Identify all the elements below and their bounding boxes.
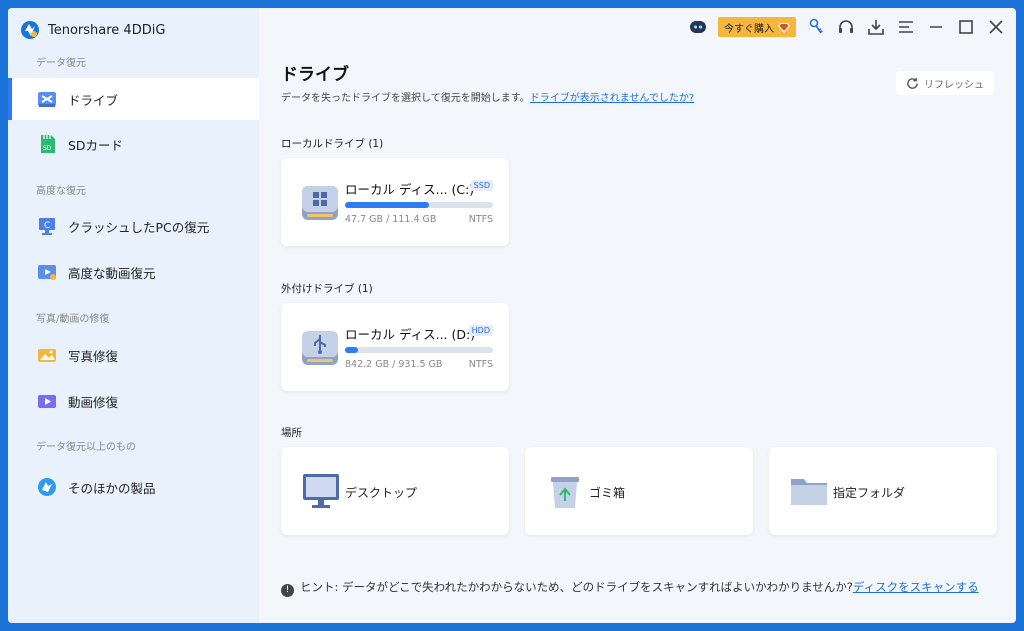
sidebar-item-sd-card[interactable]: SD SDカード bbox=[8, 123, 259, 165]
location-recycle-bin[interactable]: ゴミ箱 bbox=[525, 447, 753, 535]
sidebar-item-other-products[interactable]: そのほかの製品 bbox=[8, 466, 259, 508]
windows-drive-icon bbox=[302, 186, 338, 220]
support-headset-icon[interactable] bbox=[836, 17, 856, 37]
refresh-icon bbox=[907, 77, 918, 89]
buy-now-label: 今すぐ購入 bbox=[724, 23, 774, 35]
sd-card-icon: SD bbox=[41, 135, 55, 153]
drive-filesystem: NTFS bbox=[468, 214, 493, 225]
drive-card-c[interactable]: ローカル ディス... (C:) SSD 47.7 GB / 111.4 GB … bbox=[281, 158, 509, 246]
drive-not-shown-link[interactable]: ドライブが表示されませんでしたか? bbox=[530, 93, 695, 104]
drive-name: ローカル ディス... (D:) bbox=[345, 327, 476, 342]
sidebar-item-video-repair[interactable]: 動画修復 bbox=[8, 380, 259, 422]
sidebar-item-label: クラッシュしたPCの復元 bbox=[68, 219, 210, 235]
app-title-text: Tenorshare 4DDiG bbox=[48, 22, 166, 38]
info-icon: ! bbox=[281, 584, 294, 597]
drive-usage-text: 842.2 GB / 931.5 GB bbox=[345, 359, 443, 370]
drive-usage-bar bbox=[345, 347, 493, 353]
other-products-icon bbox=[38, 478, 56, 496]
sidebar-item-label: そのほかの製品 bbox=[68, 480, 156, 496]
location-desktop[interactable]: デスクトップ bbox=[281, 447, 509, 535]
sidebar-section-label: データ復元以上のもの bbox=[36, 442, 136, 453]
locations-header: 場所 bbox=[281, 427, 302, 439]
drive-card-d[interactable]: ローカル ディス... (D:) HDD 842.2 GB / 931.5 GB… bbox=[281, 303, 509, 391]
sidebar: Tenorshare 4DDiG データ復元 ドライブ SD SDカード 高度な… bbox=[8, 8, 259, 623]
close-icon[interactable] bbox=[986, 17, 1006, 37]
hint-bar: ! ヒント: データがどこで失われたかわからないため、どのドライブをスキャンすれば… bbox=[281, 579, 1001, 597]
page-description: データを失ったドライブを選択して復元を開始します。ドライブが表示されませんでした… bbox=[281, 89, 694, 104]
external-drives-header: 外付けドライブ (1) bbox=[281, 283, 373, 295]
buy-now-button[interactable]: 今すぐ購入 bbox=[718, 17, 796, 37]
svg-text:C: C bbox=[44, 221, 50, 231]
local-drives-header: ローカルドライブ (1) bbox=[281, 138, 384, 150]
location-label: ゴミ箱 bbox=[589, 486, 626, 500]
key-icon[interactable] bbox=[806, 17, 826, 37]
sidebar-item-label: 高度な動画復元 bbox=[68, 265, 156, 281]
hint-text: データがどこで失われたかわからないため、どのドライブをスキャンすればよいかわかり… bbox=[342, 580, 853, 594]
diamond-icon bbox=[778, 22, 790, 33]
drive-icon bbox=[38, 92, 56, 107]
desktop-icon bbox=[303, 474, 339, 508]
sidebar-item-photo-repair[interactable]: 写真修復 bbox=[8, 334, 259, 376]
assistant-robot-icon[interactable] bbox=[688, 17, 708, 37]
folder-icon bbox=[791, 479, 827, 505]
video-repair-icon bbox=[38, 395, 56, 408]
app-window: Tenorshare 4DDiG データ復元 ドライブ SD SDカード 高度な… bbox=[8, 8, 1016, 623]
minimize-icon[interactable] bbox=[926, 17, 946, 37]
main-panel: 今すぐ購入 ドライブ データを失ったドライブを選択して復元を開始します。ドライブ… bbox=[259, 8, 1016, 623]
drive-type-badge: SSD bbox=[470, 180, 493, 191]
scan-disk-link[interactable]: ディスクをスキャンする bbox=[853, 580, 979, 594]
sidebar-item-label: SDカード bbox=[68, 137, 124, 153]
usb-drive-icon bbox=[302, 331, 338, 365]
location-label: 指定フォルダ bbox=[833, 486, 906, 500]
drive-name: ローカル ディス... (C:) bbox=[345, 182, 475, 197]
page-title: ドライブ bbox=[281, 65, 349, 85]
photo-repair-icon bbox=[38, 349, 56, 362]
video-recovery-icon bbox=[38, 265, 56, 280]
hint-prefix: ヒント: bbox=[300, 580, 339, 594]
refresh-label: リフレッシュ bbox=[924, 79, 984, 91]
app-title: Tenorshare 4DDiG bbox=[20, 20, 165, 40]
drive-usage-bar bbox=[345, 202, 493, 208]
sidebar-item-crashed-pc[interactable]: C クラッシュしたPCの復元 bbox=[8, 205, 259, 247]
recycle-bin-icon bbox=[551, 477, 579, 508]
sidebar-item-drive[interactable]: ドライブ bbox=[8, 78, 259, 120]
sidebar-section-label: 写真/動画の修復 bbox=[36, 314, 110, 325]
crashed-pc-icon: C bbox=[39, 218, 55, 235]
svg-text:SD: SD bbox=[43, 145, 52, 152]
maximize-icon[interactable] bbox=[956, 17, 976, 37]
sidebar-item-advanced-video[interactable]: 高度な動画復元 bbox=[8, 251, 259, 293]
location-folder[interactable]: 指定フォルダ bbox=[769, 447, 997, 535]
drive-filesystem: NTFS bbox=[468, 359, 493, 370]
sidebar-section-label: 高度な復元 bbox=[36, 186, 86, 197]
download-icon[interactable] bbox=[866, 17, 886, 37]
drive-usage-text: 47.7 GB / 111.4 GB bbox=[345, 214, 437, 225]
refresh-button[interactable]: リフレッシュ bbox=[896, 71, 994, 95]
app-logo-icon bbox=[21, 21, 39, 39]
sidebar-section-label: データ復元 bbox=[36, 58, 86, 69]
sidebar-item-label: ドライブ bbox=[68, 92, 119, 108]
sidebar-item-label: 動画修復 bbox=[68, 394, 119, 410]
location-label: デスクトップ bbox=[345, 486, 418, 500]
drive-type-badge: HDD bbox=[468, 325, 493, 336]
sidebar-item-label: 写真修復 bbox=[68, 348, 119, 364]
description-text: データを失ったドライブを選択して復元を開始します。 bbox=[281, 93, 530, 104]
menu-icon[interactable] bbox=[896, 17, 916, 37]
title-bar-controls: 今すぐ購入 bbox=[688, 17, 1006, 37]
